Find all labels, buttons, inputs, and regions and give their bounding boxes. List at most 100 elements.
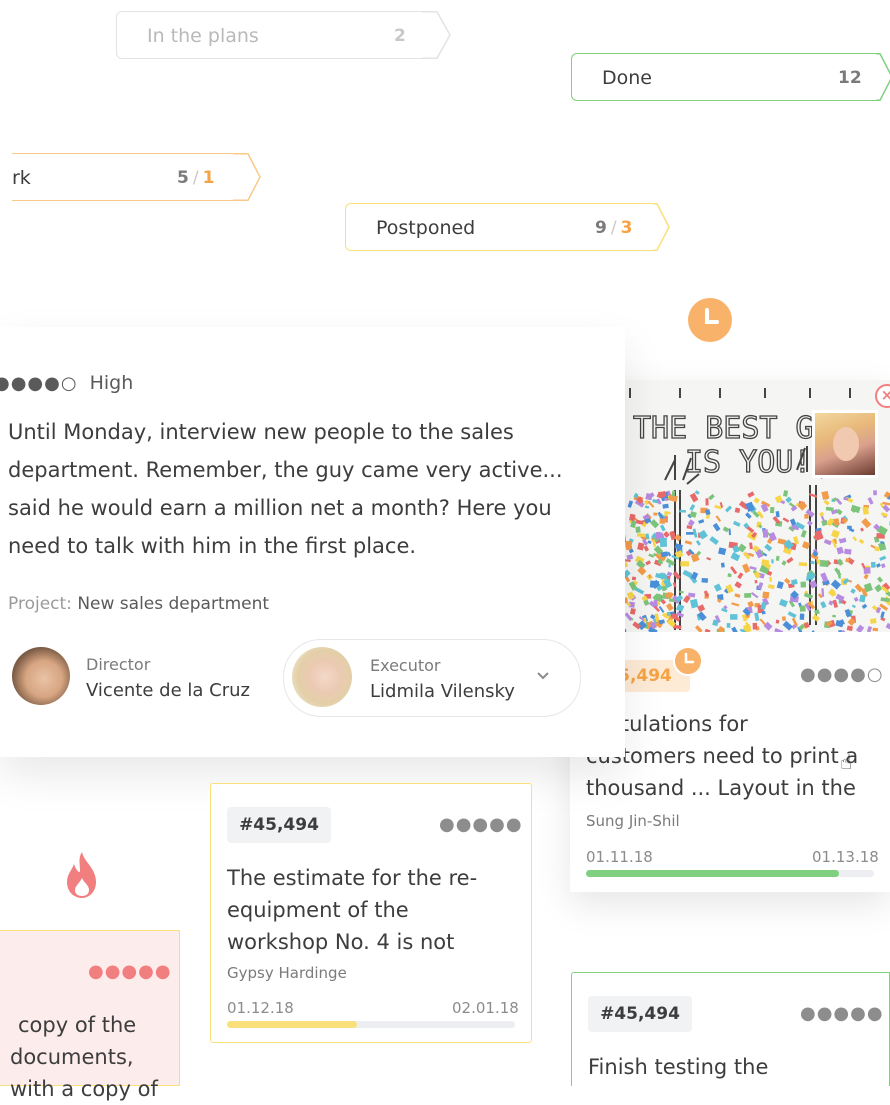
confetti-piece (762, 592, 769, 599)
task-card[interactable]: #45,494 ●●●●● The estimate for the re- e… (210, 783, 532, 1043)
confetti-piece (850, 588, 856, 594)
task-card[interactable]: #45,494 ●●●●● Finish testing the (571, 972, 890, 1086)
confetti-piece (847, 526, 852, 530)
director-name: Vicente de la Cruz (86, 680, 250, 701)
confetti-piece (800, 582, 806, 588)
tag-done[interactable]: Done 12 (571, 53, 876, 101)
confetti-piece (734, 593, 740, 598)
confetti-piece (706, 557, 711, 560)
priority-dots: ●●●●○ (800, 664, 884, 685)
confetti-piece (862, 604, 868, 609)
confetti-piece (705, 509, 711, 515)
confetti-piece (819, 560, 828, 567)
confetti-piece (629, 514, 635, 521)
confetti-piece (749, 542, 753, 549)
confetti-piece (749, 566, 756, 570)
confetti-piece (844, 549, 851, 555)
executor-select[interactable]: Executor Lidmila Vilensky (283, 639, 581, 717)
confetti-piece (834, 518, 840, 525)
confetti-piece (851, 505, 861, 513)
confetti-piece (698, 519, 704, 524)
confetti-piece (839, 538, 847, 544)
confetti-piece (768, 584, 775, 589)
confetti-piece (747, 491, 754, 497)
confetti-piece (760, 602, 766, 610)
fire-icon (62, 850, 102, 904)
tag-label: rk (12, 167, 31, 189)
tag-arrow (876, 53, 890, 101)
task-card-urgent[interactable]: ●●●●● copy of the documents, with a copy… (0, 930, 180, 1086)
confetti-piece (821, 588, 824, 597)
confetti-piece (769, 577, 772, 582)
confetti-piece (755, 580, 758, 583)
confetti-piece (776, 556, 780, 561)
confetti-piece (725, 506, 732, 513)
confetti-piece (854, 597, 859, 602)
tag-in-the-plans[interactable]: In the plans 2 (116, 11, 422, 59)
confetti-piece (871, 562, 876, 568)
confetti-piece (820, 601, 826, 608)
task-title: The estimate for the re- equipment of th… (227, 862, 517, 958)
confetti-piece (800, 613, 805, 619)
confetti-piece (852, 536, 857, 541)
confetti-piece (781, 560, 786, 566)
tag-arrow (422, 11, 452, 59)
task-title: copy of the documents, with a copy of (10, 1009, 158, 1105)
confetti-piece (847, 625, 853, 631)
confetti-piece (645, 560, 651, 565)
confetti-piece (654, 600, 658, 607)
confetti-piece (783, 490, 788, 497)
confetti-piece (820, 572, 828, 582)
confetti-piece (718, 547, 726, 555)
task-author: Gypsy Hardinge (227, 964, 347, 982)
confetti-piece (662, 504, 669, 509)
confetti-piece (785, 496, 792, 503)
confetti-piece (861, 563, 866, 569)
confetti-piece (637, 542, 644, 550)
progress-fill (586, 870, 839, 877)
confetti-piece (705, 629, 711, 632)
confetti-piece (625, 535, 626, 543)
confetti-piece (826, 507, 834, 511)
clock-icon (673, 646, 703, 676)
confetti-piece (832, 600, 838, 608)
tag-postponed[interactable]: Postponed 9/3 (345, 203, 653, 251)
confetti-piece (821, 491, 829, 500)
confetti-piece (628, 500, 634, 508)
confetti-piece (742, 563, 750, 573)
confetti-piece (735, 508, 740, 513)
confetti-piece (770, 507, 775, 513)
confetti-piece (804, 514, 808, 519)
confetti-piece (873, 490, 877, 495)
project-link[interactable]: New sales department (77, 594, 269, 614)
avatar (292, 647, 352, 707)
director[interactable]: Director Vicente de la Cruz (8, 645, 268, 709)
confetti-piece (721, 608, 728, 613)
project-label: Project: (8, 594, 72, 614)
confetti-piece (783, 621, 793, 631)
confetti-piece (779, 599, 788, 607)
task-id-badge: #45,494 (227, 807, 331, 843)
tag-label: Done (602, 67, 652, 89)
priority-label: High (90, 372, 134, 394)
confetti-piece (761, 559, 769, 566)
confetti-piece (714, 583, 722, 591)
end-date: 01.13.18 (812, 848, 879, 866)
confetti-piece (701, 578, 708, 583)
confetti-piece (784, 578, 791, 584)
confetti-piece (763, 529, 768, 537)
confetti-piece (637, 533, 646, 537)
confetti-piece (814, 609, 820, 615)
confetti-piece (877, 577, 883, 583)
confetti-piece (864, 574, 869, 580)
confetti-piece (834, 568, 841, 577)
confetti-piece (650, 519, 659, 528)
confetti-piece (861, 518, 871, 528)
confetti-piece (715, 515, 721, 522)
confetti-piece (801, 530, 807, 538)
tag-in-work[interactable]: rk 5/1 (12, 153, 234, 201)
confetti-piece (731, 552, 741, 561)
confetti-piece (873, 628, 879, 632)
task-detail-card[interactable]: ●●●●○ High Until Monday, interview new p… (0, 327, 625, 757)
confetti-piece (679, 510, 686, 513)
